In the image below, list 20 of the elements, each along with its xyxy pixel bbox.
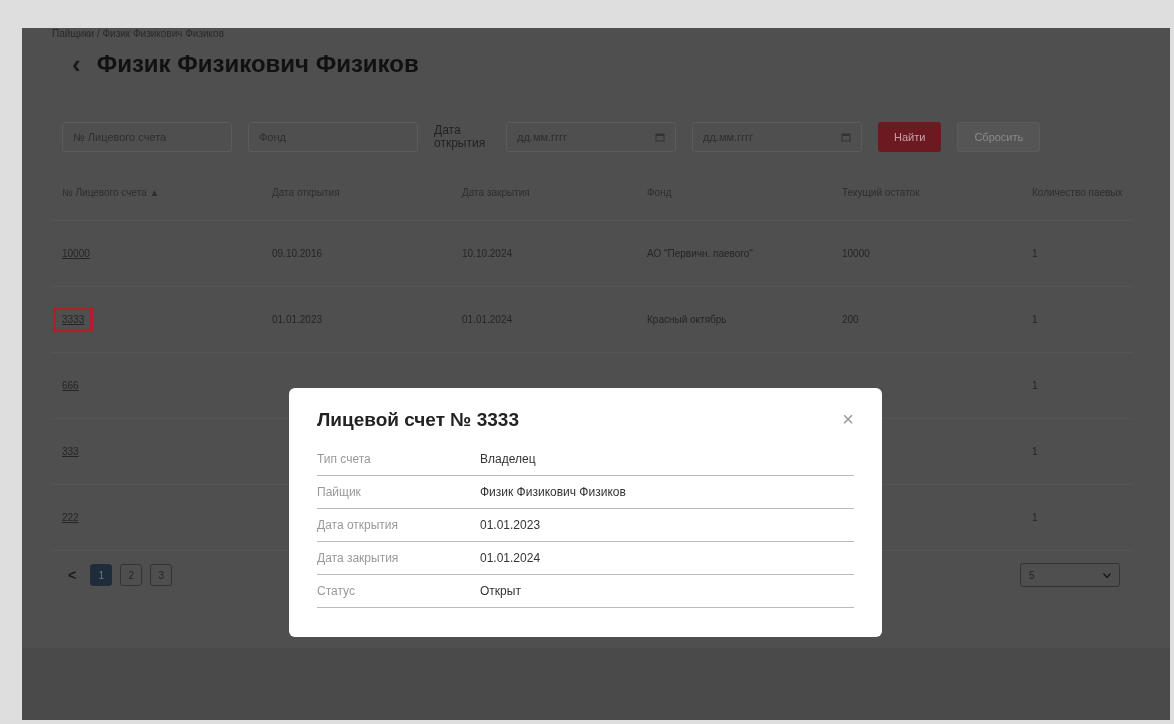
search-button[interactable]: Найти (878, 122, 942, 152)
field-label: Тип счета (317, 452, 372, 466)
field-value: 01.01.2024 (480, 551, 542, 565)
field-label: Статус (317, 584, 356, 598)
calendar-icon[interactable] (655, 132, 665, 142)
field-value: Физик Физикович Физиков (480, 485, 627, 499)
page-title: Физик Физикович Физиков (96, 50, 419, 78)
field-value: Открыт (480, 584, 522, 598)
back-button[interactable]: ‹ (72, 48, 81, 80)
previous-page-button[interactable]: < (62, 566, 83, 584)
close-button[interactable]: × (842, 408, 854, 431)
field-label: Пайщик (317, 485, 362, 499)
field-label: Дата открытия (317, 518, 400, 532)
page-button[interactable]: 1 (90, 564, 113, 586)
caret-icon (1103, 572, 1111, 578)
dialog-title: Лицевой счет № 3333 (317, 408, 519, 431)
field-value: Владелец (480, 452, 537, 466)
field-label: Дата закрытия (317, 551, 400, 565)
calendar-icon[interactable] (841, 132, 851, 142)
field-value: 01.01.2023 (480, 518, 542, 532)
